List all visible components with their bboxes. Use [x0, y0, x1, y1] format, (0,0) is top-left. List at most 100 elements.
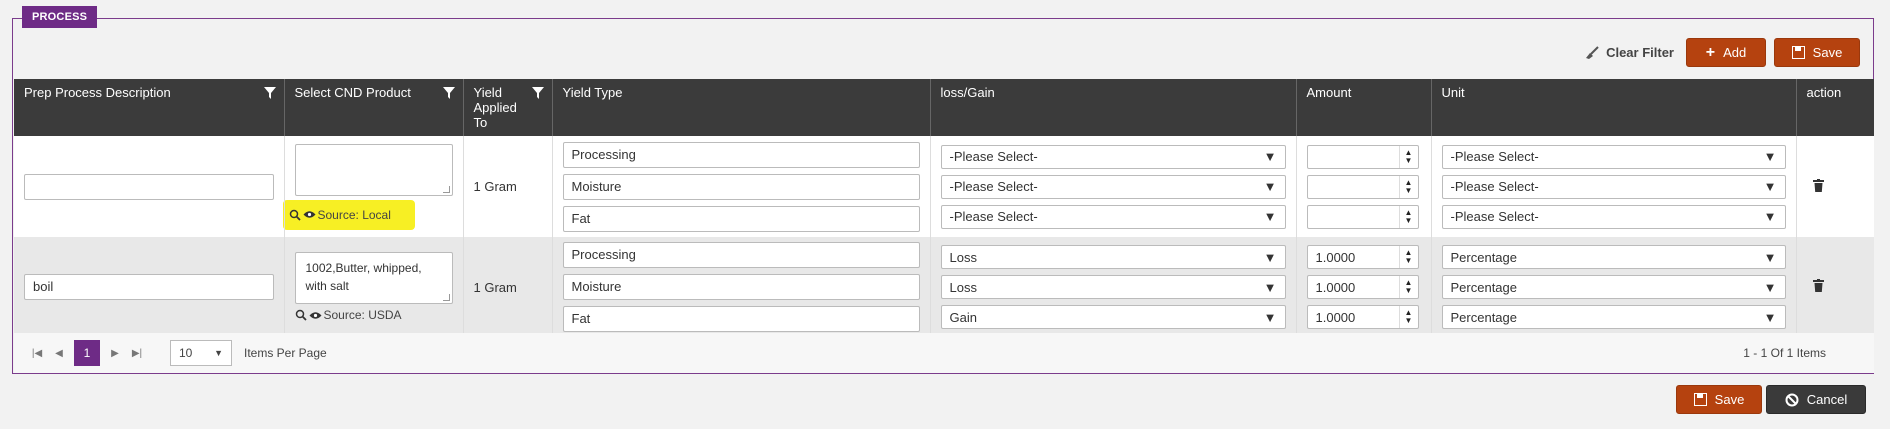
- yield-type-field[interactable]: Processing: [562, 242, 920, 268]
- caret-down-icon: ▼: [1763, 309, 1777, 325]
- first-page-icon[interactable]: |◀: [26, 348, 48, 359]
- yield-type-field[interactable]: Moisture: [562, 274, 920, 300]
- trash-icon[interactable]: [1812, 279, 1824, 292]
- eye-icon[interactable]: [309, 311, 322, 320]
- floppy-icon: [1693, 393, 1707, 406]
- product-textarea[interactable]: 1002,Butter, whipped, with salt: [294, 252, 453, 304]
- trash-icon[interactable]: [1812, 178, 1824, 192]
- spin-arrows-icon[interactable]: ▲ ▼: [1398, 246, 1418, 268]
- column-header-action: action: [1796, 79, 1874, 136]
- yield-type-field[interactable]: Fat: [562, 205, 920, 232]
- ban-icon: [1785, 393, 1799, 407]
- amount-stepper[interactable]: 1.0000 ▲ ▼: [1306, 245, 1419, 269]
- caret-down-icon: ▼: [1263, 279, 1277, 295]
- applied-to-cell: 1 Gram: [463, 237, 553, 337]
- column-header-unit[interactable]: Unit: [1431, 79, 1797, 136]
- filter-icon[interactable]: [263, 87, 276, 102]
- lossgain-select[interactable]: -Please Select- ▼: [940, 144, 1286, 169]
- broom-icon: [1584, 45, 1600, 60]
- table-row: boil 1002,Butter, whipped, with salt Sou…: [14, 237, 1874, 337]
- add-label: Add: [1723, 45, 1747, 60]
- amount-stepper[interactable]: 1.0000 ▲ ▼: [1306, 275, 1419, 299]
- unit-select[interactable]: -Please Select- ▼: [1441, 174, 1786, 199]
- column-header-lossgain[interactable]: loss/Gain: [930, 79, 1297, 136]
- cancel-button[interactable]: Cancel: [1766, 385, 1866, 414]
- lossgain-select[interactable]: Loss ▼: [940, 245, 1286, 269]
- resize-grip-icon[interactable]: [442, 294, 450, 301]
- pager: |◀ ◀ 1 ▶ ▶| 10 ▼ Items Per Page 1 - 1 Of …: [14, 333, 1874, 373]
- footer-save-label: Save: [1714, 392, 1745, 407]
- yield-type-field[interactable]: Processing: [562, 141, 920, 168]
- column-header-yield-type[interactable]: Yield Type: [552, 79, 931, 136]
- spin-arrows-icon[interactable]: ▲ ▼: [1398, 276, 1418, 298]
- product-source: Source: USDA: [295, 308, 453, 322]
- yield-type-field[interactable]: Moisture: [562, 173, 920, 200]
- eye-icon[interactable]: [303, 210, 316, 219]
- cancel-label: Cancel: [1806, 392, 1848, 407]
- unit-select[interactable]: Percentage ▼: [1441, 245, 1786, 269]
- spin-arrows-icon[interactable]: ▲ ▼: [1398, 175, 1418, 198]
- floppy-icon: [1791, 46, 1805, 59]
- applied-to-cell: 1 Gram: [463, 136, 553, 237]
- product-textarea[interactable]: [294, 143, 453, 196]
- pager-info: 1 - 1 Of 1 Items: [1743, 346, 1826, 360]
- panel-legend: PROCESS: [22, 6, 98, 28]
- filter-icon[interactable]: [442, 87, 455, 102]
- amount-stepper[interactable]: ▲ ▼: [1306, 204, 1419, 229]
- caret-down-icon: ▼: [1763, 149, 1777, 164]
- table-row: Source: Local 1 Gram Processing Moisture…: [14, 136, 1874, 237]
- caret-down-icon: ▼: [1263, 179, 1277, 194]
- unit-select[interactable]: -Please Select- ▼: [1441, 204, 1786, 229]
- column-header-description[interactable]: Prep Process Description: [14, 79, 285, 136]
- footer-actions: Save Cancel: [1676, 385, 1866, 414]
- clear-filter-label: Clear Filter: [1606, 45, 1674, 60]
- description-input[interactable]: boil: [24, 274, 274, 300]
- page-size-select[interactable]: 10 ▼: [170, 340, 232, 366]
- next-page-icon[interactable]: ▶: [104, 348, 126, 359]
- lossgain-select[interactable]: -Please Select- ▼: [940, 204, 1286, 229]
- product-source: Source: Local: [282, 199, 415, 230]
- plus-icon: +: [1705, 43, 1716, 61]
- amount-stepper[interactable]: ▲ ▼: [1306, 174, 1419, 199]
- column-header-amount[interactable]: Amount: [1296, 79, 1432, 136]
- amount-stepper[interactable]: ▲ ▼: [1306, 144, 1419, 169]
- last-page-icon[interactable]: ▶|: [126, 348, 148, 359]
- save-button[interactable]: Save: [1774, 38, 1860, 67]
- amount-stepper[interactable]: 1.0000 ▲ ▼: [1306, 305, 1419, 329]
- search-icon[interactable]: [295, 309, 307, 321]
- lossgain-select[interactable]: Gain ▼: [940, 305, 1286, 329]
- lossgain-select[interactable]: -Please Select- ▼: [940, 174, 1286, 199]
- process-grid: Prep Process Description Select CND Prod…: [14, 79, 1874, 337]
- caret-down-icon: ▼: [1763, 209, 1777, 224]
- lossgain-select[interactable]: Loss ▼: [940, 275, 1286, 299]
- caret-down-icon: ▼: [1763, 179, 1777, 194]
- yield-type-field[interactable]: Fat: [562, 306, 920, 332]
- caret-down-icon: ▼: [1263, 149, 1277, 164]
- prev-page-icon[interactable]: ◀: [48, 348, 70, 359]
- unit-select[interactable]: Percentage ▼: [1441, 275, 1786, 299]
- unit-select[interactable]: -Please Select- ▼: [1441, 144, 1786, 169]
- caret-down-icon: ▼: [1263, 249, 1277, 265]
- caret-down-icon: ▼: [1763, 279, 1777, 295]
- page-button-current[interactable]: 1: [74, 340, 100, 366]
- grid-header-row: Prep Process Description Select CND Prod…: [14, 79, 1874, 136]
- search-icon[interactable]: [289, 209, 301, 221]
- spin-arrows-icon[interactable]: ▲ ▼: [1398, 205, 1418, 228]
- caret-down-icon: ▼: [214, 348, 223, 358]
- column-header-product[interactable]: Select CND Product: [284, 79, 464, 136]
- grid-toolbar: Clear Filter + Add Save: [1584, 38, 1860, 67]
- footer-save-button[interactable]: Save: [1676, 385, 1762, 414]
- column-header-applied-to[interactable]: Yield Applied To: [463, 79, 553, 136]
- add-button[interactable]: + Add: [1686, 38, 1766, 67]
- resize-grip-icon[interactable]: [442, 185, 450, 193]
- spin-arrows-icon[interactable]: ▲ ▼: [1398, 145, 1418, 168]
- caret-down-icon: ▼: [1263, 309, 1277, 325]
- caret-down-icon: ▼: [1263, 209, 1277, 224]
- filter-icon[interactable]: [531, 87, 544, 102]
- page-size-label: Items Per Page: [244, 346, 327, 360]
- save-label: Save: [1812, 45, 1843, 60]
- clear-filter-button[interactable]: Clear Filter: [1584, 45, 1674, 60]
- description-input[interactable]: [24, 173, 274, 200]
- unit-select[interactable]: Percentage ▼: [1441, 305, 1786, 329]
- spin-arrows-icon[interactable]: ▲ ▼: [1398, 306, 1418, 328]
